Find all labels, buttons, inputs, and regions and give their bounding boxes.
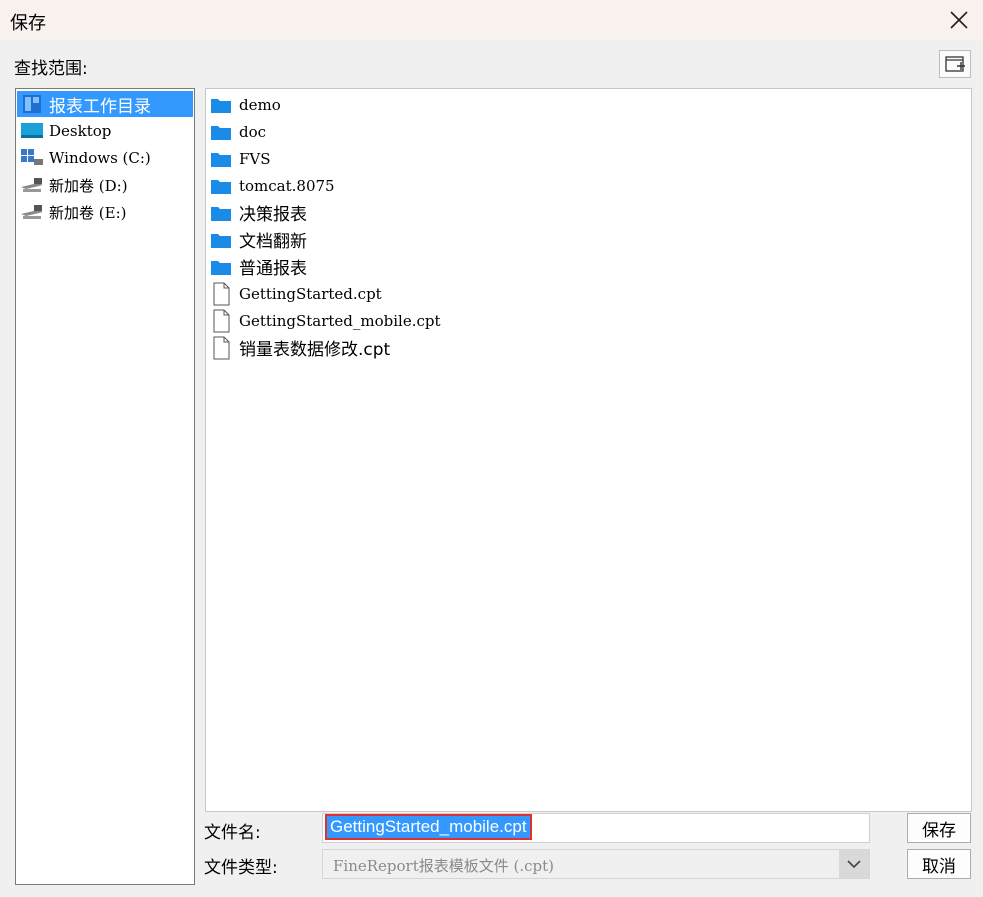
list-item-folder-doc[interactable]: doc [209, 118, 609, 145]
dialog-title: 保存 [10, 13, 46, 34]
list-item-label: 决策报表 [239, 205, 307, 225]
filetype-value: FineReport报表模板文件 (.cpt) [333, 857, 555, 875]
folder-icon [209, 174, 233, 198]
chevron-down-icon[interactable] [839, 850, 869, 878]
title-bar: 保存 [0, 0, 983, 40]
list-item-folder-demo[interactable]: demo [209, 91, 609, 118]
list-item-file-gettingstarted-mobile[interactable]: GettingStarted_mobile.cpt [209, 307, 609, 334]
new-folder-icon [945, 56, 965, 72]
report-dir-icon [19, 93, 45, 115]
file-icon [209, 309, 233, 333]
sidebar-item-label: 新加卷 (E:) [49, 203, 127, 222]
cancel-button[interactable]: 取消 [907, 849, 971, 879]
folder-icon [209, 120, 233, 144]
drive-icon [19, 201, 45, 223]
sidebar-item-drive-c[interactable]: Windows (C:) [17, 145, 193, 171]
folder-icon [209, 93, 233, 117]
look-in-label: 查找范围: [14, 59, 88, 79]
sidebar-item-desktop[interactable]: Desktop [17, 118, 193, 144]
filename-selected-text: GettingStarted_mobile.cpt [325, 814, 532, 840]
list-item-label: 文档翻新 [239, 232, 307, 252]
close-button[interactable] [947, 8, 971, 32]
folder-icon [209, 201, 233, 225]
list-item-label: 销量表数据修改.cpt [239, 340, 391, 360]
sidebar-item-label: Desktop [49, 122, 112, 140]
folder-icon [209, 255, 233, 279]
sidebar-item-label: Windows (C:) [49, 149, 151, 167]
list-item-label: doc [239, 122, 267, 141]
list-item-folder-normal[interactable]: 普通报表 [209, 253, 609, 280]
sidebar-item-report-dir[interactable]: 报表工作目录 [17, 91, 193, 117]
filename-label: 文件名: [204, 823, 261, 843]
list-item-file-gettingstarted[interactable]: GettingStarted.cpt [209, 280, 609, 307]
list-item-folder-docs-renew[interactable]: 文档翻新 [209, 226, 609, 253]
filetype-select[interactable]: FineReport报表模板文件 (.cpt) [322, 849, 870, 879]
folder-icon [209, 147, 233, 171]
close-icon [950, 11, 968, 29]
list-item-label: tomcat.8075 [239, 176, 335, 195]
new-folder-button[interactable] [939, 50, 971, 78]
desktop-icon [19, 120, 45, 142]
list-item-label: GettingStarted_mobile.cpt [239, 311, 441, 330]
sidebar-item-drive-e[interactable]: 新加卷 (E:) [17, 199, 193, 225]
list-item-label: GettingStarted.cpt [239, 284, 382, 303]
list-item-folder-tomcat[interactable]: tomcat.8075 [209, 172, 609, 199]
sidebar-item-drive-d[interactable]: 新加卷 (D:) [17, 172, 193, 198]
file-list[interactable]: demo doc FVS tomcat.8075 决策报表 文档翻新 普通报表 … [205, 88, 972, 812]
windows-drive-icon [19, 147, 45, 169]
file-icon [209, 336, 233, 360]
list-item-folder-decision[interactable]: 决策报表 [209, 199, 609, 226]
filetype-label: 文件类型: [204, 858, 278, 878]
list-item-file-sales[interactable]: 销量表数据修改.cpt [209, 334, 609, 361]
places-sidebar: 报表工作目录 Desktop Windows (C:) 新加卷 (D:) 新加卷… [15, 88, 195, 885]
file-icon [209, 282, 233, 306]
folder-icon [209, 228, 233, 252]
list-item-label: demo [239, 95, 281, 114]
drive-icon [19, 174, 45, 196]
filename-input[interactable]: GettingStarted_mobile.cpt [322, 813, 870, 843]
save-button[interactable]: 保存 [907, 813, 971, 843]
list-item-label: FVS [239, 149, 271, 168]
sidebar-item-label: 新加卷 (D:) [49, 176, 128, 195]
sidebar-item-label: 报表工作目录 [49, 96, 151, 117]
list-item-label: 普通报表 [239, 259, 307, 279]
list-item-folder-fvs[interactable]: FVS [209, 145, 609, 172]
